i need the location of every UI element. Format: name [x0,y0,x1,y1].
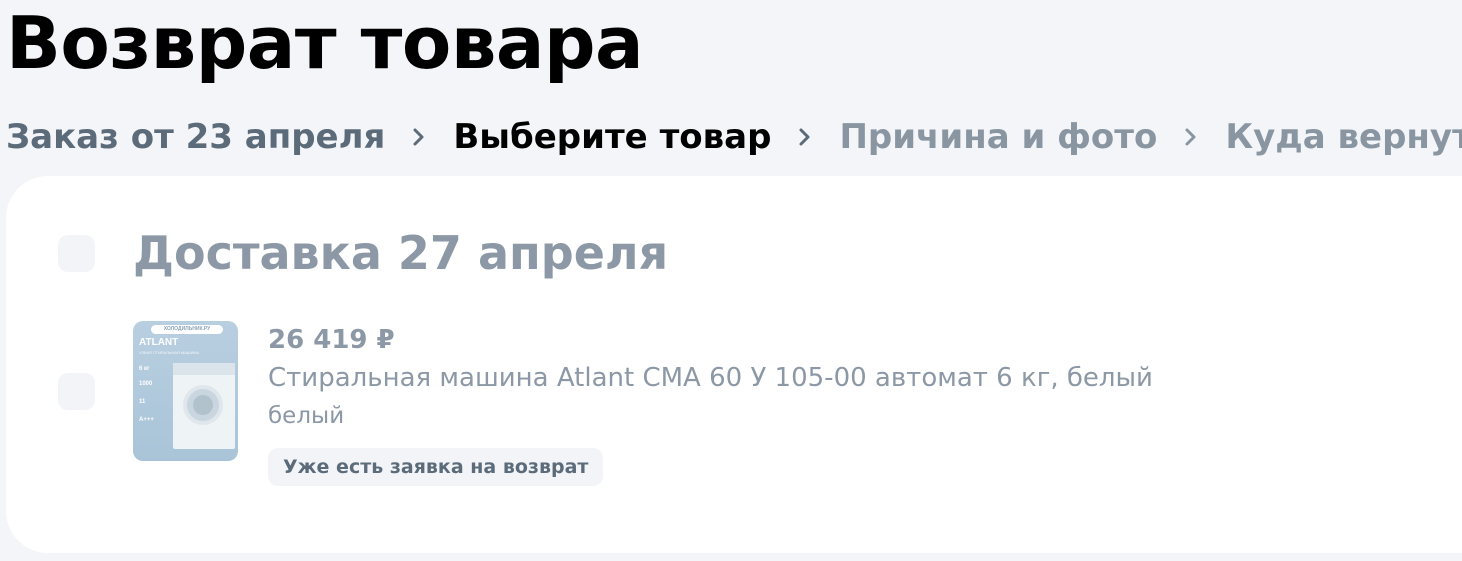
breadcrumb-step-destination: Куда вернуть [1225,117,1462,157]
image-brand-text: ATLANT [139,337,179,348]
breadcrumb-step-reason: Причина и фото [839,117,1158,157]
breadcrumb: Заказ от 23 апреля Выберите товар Причин… [6,114,1462,160]
image-subtitle-text: УЗКАЯ СТИРАЛЬНАЯ МАШИНА [139,350,200,355]
product-image[interactable]: ХОЛОДИЛЬНИК.РУ ATLANT УЗКАЯ СТИРАЛЬНАЯ М… [133,321,238,461]
item-checkbox [58,373,95,410]
image-spec-weight: 6 кг [139,366,150,372]
return-page: Возврат товара Заказ от 23 апреля Выбери… [0,0,1462,561]
chevron-right-icon [771,114,839,160]
status-badge: Уже есть заявка на возврат [268,448,604,486]
product-name[interactable]: Стиральная машина Atlant СМА 60 У 105-00… [268,360,1153,396]
delivery-title: Доставка 27 апреля [133,226,669,280]
image-spec-spin: 1000 [139,381,153,387]
product-color: белый [268,403,345,429]
select-all-checkbox [58,235,95,272]
chevron-right-icon [385,114,453,160]
image-spec-energy: A+++ [139,417,154,423]
delivery-card: Доставка 27 апреля ХОЛОДИЛЬНИК.РУ ATLANT… [6,176,1462,553]
store-logo-strip: ХОЛОДИЛЬНИК.РУ [151,325,223,334]
product-price: 26 419 ₽ [268,325,395,355]
washing-machine-icon [173,363,235,449]
image-spec-programs: 11 [139,399,146,405]
page-title: Возврат товара [6,1,644,85]
breadcrumb-step-select-item: Выберите товар [453,117,772,157]
chevron-right-icon [1157,114,1225,160]
breadcrumb-step-order[interactable]: Заказ от 23 апреля [6,114,385,160]
